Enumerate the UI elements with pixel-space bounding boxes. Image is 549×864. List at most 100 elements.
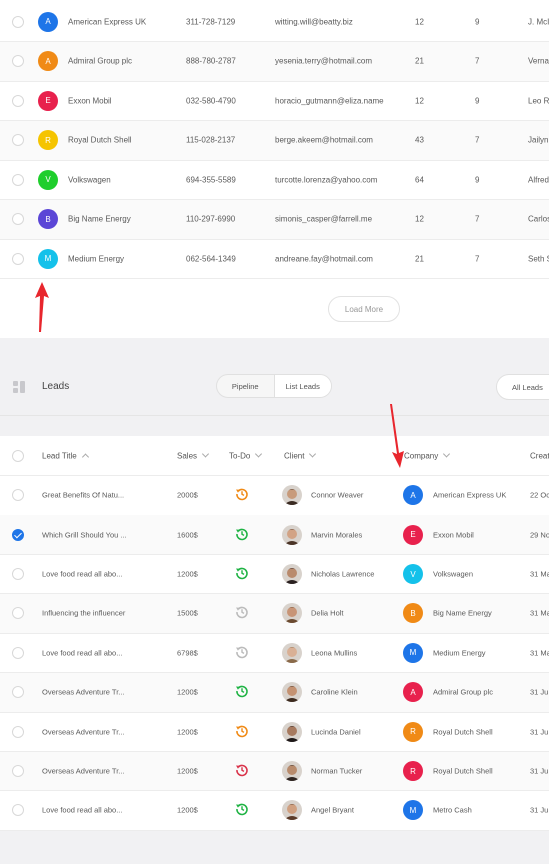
company-avatar: V [403,564,423,585]
row-checkbox[interactable] [12,646,24,659]
company-row[interactable]: B Big Name Energy 110-297-6990 simonis_casp… [0,199,549,240]
client-avatar [282,682,302,703]
todo-history-icon[interactable] [235,605,249,621]
load-more-button[interactable]: Load More [328,296,400,322]
column-created[interactable]: Creat [530,451,549,460]
lead-created-date: 29 No [530,530,549,540]
company-count-1: 43 [415,135,424,145]
todo-history-icon[interactable] [235,527,249,543]
lead-title[interactable]: Which Grill Should You ... [42,530,127,539]
tab-list-leads[interactable]: List Leads [273,375,331,397]
row-checkbox[interactable] [12,528,24,541]
row-checkbox[interactable] [12,134,24,146]
client-name: Nicholas Lawrence [311,569,375,579]
company-row[interactable]: V Volkswagen 694-355-5589 turcotte.lorenza@… [0,160,549,200]
lead-row[interactable]: Overseas Adventure Tr... 1200$ Lucinda Dan… [0,712,549,752]
row-checkbox[interactable] [12,686,24,699]
leads-table: Lead Title Sales To-Do Client Company Cr… [0,436,549,831]
leads-header: Leads Pipeline List Leads [0,358,549,416]
lead-title[interactable]: Great Benefits Of Natu... [42,491,124,500]
company-row[interactable]: R Royal Dutch Shell 115-028-2137 berge.akee… [0,120,549,161]
lead-row[interactable]: Love food read all abo... 6798$ Leona Mull… [0,634,549,674]
lead-row[interactable]: Great Benefits Of Natu... 2000$ Connor Wea… [0,476,549,516]
lead-title[interactable]: Love food read all abo... [42,570,122,579]
lead-title[interactable]: Love food read all abo... [42,648,122,657]
company-phone: 032-580-4790 [186,96,236,105]
lead-title[interactable]: Overseas Adventure Tr... [42,688,125,697]
column-sales[interactable]: Sales [177,449,210,460]
lead-created-date: 31 Ma [530,648,549,658]
row-checkbox[interactable] [12,489,24,502]
todo-history-icon[interactable] [235,684,249,700]
lead-created-date: 31 Ju [530,687,549,697]
column-client[interactable]: Client [284,449,317,460]
lead-title[interactable]: Overseas Adventure Tr... [42,727,125,736]
lead-row[interactable]: Which Grill Should You ... 1600$ Marvin Mo… [0,515,549,555]
company-contact: Carlos [528,214,549,224]
company-count-2: 7 [475,135,480,145]
row-checkbox[interactable] [12,213,24,225]
leads-filter-dropdown[interactable]: All Leads [496,374,549,400]
company-email: turcotte.lorenza@yahoo.com [275,175,378,184]
lead-created-date: 31 Ju [530,766,549,776]
todo-history-icon[interactable] [235,802,249,818]
lead-title[interactable]: Overseas Adventure Tr... [42,767,125,776]
company-phone: 110-297-6990 [186,214,236,224]
client-name: Norman Tucker [311,766,363,776]
company-avatar: M [403,642,423,663]
company-avatar: B [38,209,58,229]
row-checkbox[interactable] [12,607,24,620]
column-company[interactable]: Company [404,449,451,460]
company-contact: Jailyn [528,135,549,145]
todo-history-icon[interactable] [235,724,249,740]
row-checkbox[interactable] [12,568,24,581]
row-checkbox[interactable] [12,15,24,28]
column-todo[interactable]: To-Do [229,449,263,460]
lead-row[interactable]: Love food read all abo... 1200$ Nicholas L… [0,555,549,595]
row-checkbox[interactable] [12,804,24,817]
lead-row[interactable]: Love food read all abo... 1200$ Angel Brya… [0,791,549,831]
row-checkbox[interactable] [12,94,24,107]
select-all-checkbox[interactable] [12,449,24,462]
todo-history-icon[interactable] [235,763,249,779]
todo-history-icon[interactable] [235,566,249,582]
row-checkbox[interactable] [12,765,24,778]
lead-sales: 1500$ [177,608,198,618]
client-name: Marvin Morales [311,530,363,540]
lead-created-date: 31 Ma [530,569,549,579]
chevron-down-icon [255,449,263,458]
client-avatar [282,564,302,585]
company-name: American Express UK [68,17,147,26]
company-row[interactable]: A Admiral Group plc 888-780-2787 yesenia.te… [0,41,549,82]
company-count-2: 9 [475,17,480,26]
lead-row[interactable]: Overseas Adventure Tr... 1200$ Norman Tuck… [0,751,549,792]
client-name: Connor Weaver [311,490,364,500]
row-checkbox[interactable] [12,725,24,738]
company-avatar: R [403,721,423,742]
lead-row[interactable]: Overseas Adventure Tr... 1200$ Caroline Kl… [0,673,549,713]
company-name: Exxon Mobil [68,96,112,105]
todo-history-icon[interactable] [235,487,249,503]
company-avatar: M [38,248,58,269]
company-email: horacio_gutmann@eliza.name [275,96,384,105]
row-checkbox[interactable] [12,252,24,265]
lead-title[interactable]: Love food read all abo... [42,806,122,815]
company-contact: Leo Ry [528,96,549,105]
todo-history-icon[interactable] [235,645,249,661]
tab-pipeline[interactable]: Pipeline [217,375,274,397]
row-checkbox[interactable] [12,173,24,186]
dashboard-grid-icon [13,381,25,393]
company-avatar: A [403,682,423,703]
row-checkbox[interactable] [12,55,24,67]
company-phone: 115-028-2137 [186,135,236,145]
company-row[interactable]: M Medium Energy 062-564-1349 andreane.fay@h… [0,239,549,279]
column-lead-title[interactable]: Lead Title [42,451,89,461]
company-name: Exxon Mobil [433,530,474,540]
company-avatar: A [38,11,58,32]
lead-title[interactable]: Influencing the influencer [42,609,125,618]
company-row[interactable]: E Exxon Mobil 032-580-4790 horacio_gutmann@… [0,81,549,121]
lead-row[interactable]: Influencing the influencer 1500$ Delia Hol… [0,594,549,634]
view-switcher: Pipeline List Leads [216,374,332,398]
company-row[interactable]: A American Express UK 311-728-7129 witting.… [0,2,549,42]
company-count-1: 21 [415,56,424,66]
